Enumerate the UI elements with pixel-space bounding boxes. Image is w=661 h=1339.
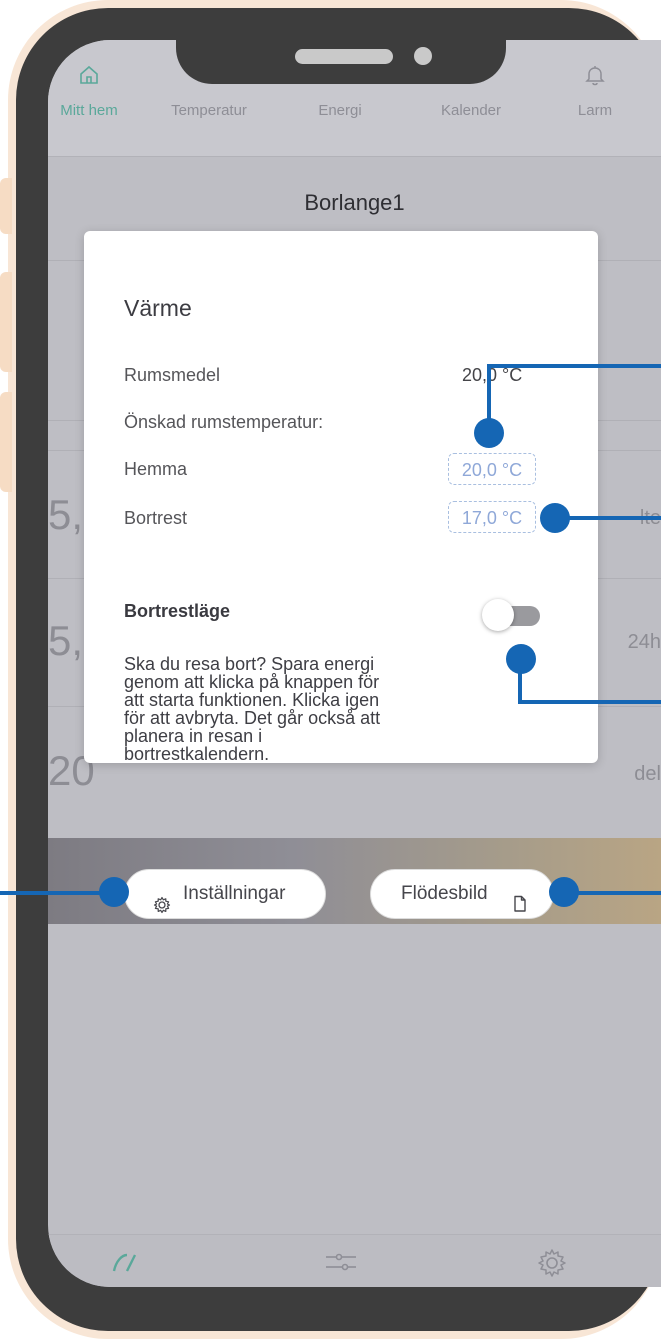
callout-dot-desired-temperature: [474, 418, 504, 448]
callout-line: [576, 891, 661, 895]
away-label: Bortrest: [124, 508, 188, 528]
callout-dot-settings: [99, 877, 129, 907]
callout-dot-flow-diagram: [549, 877, 579, 907]
phone-notch: [176, 8, 506, 84]
callout-line: [566, 516, 661, 520]
sliders-icon[interactable]: [324, 1247, 358, 1280]
nav-item-mitt-hem[interactable]: Mitt hem: [48, 40, 130, 156]
away-mode-toggle[interactable]: [482, 598, 542, 632]
description-line: genom att klicka på knappen för: [124, 672, 380, 692]
nav-label: Energi: [318, 102, 362, 119]
nav-label: Temperatur: [171, 102, 247, 119]
settings-button-label: Inställningar: [183, 883, 286, 904]
flow-diagram-button[interactable]: Flödesbild: [370, 869, 554, 919]
away-mode-title: Bortrestläge: [124, 601, 231, 621]
callout-dot-away-toggle: [506, 644, 536, 674]
home-temperature-input[interactable]: 20,0 °C: [448, 453, 536, 485]
callout-line: [487, 364, 491, 420]
callout-line: [518, 672, 522, 702]
nav-label: Larm: [577, 102, 613, 119]
phone-camera: [414, 47, 432, 65]
description-line: Ska du resa bort? Spara energi: [124, 654, 375, 674]
callout-line: [0, 891, 102, 895]
list-item-value: 5,: [48, 491, 84, 538]
flow-button-label: Flödesbild: [401, 883, 488, 904]
nav-label: Mitt hem: [60, 102, 118, 119]
rumsmedel-value: 20,0 °C: [462, 365, 523, 385]
settings-button[interactable]: Inställningar: [124, 869, 326, 919]
description-line: att starta funktionen. Klicka igen: [124, 690, 380, 710]
away-temperature-input[interactable]: 17,0 °C: [448, 501, 536, 533]
nav-label: Kalender: [440, 102, 502, 119]
gauge-icon[interactable]: [110, 1247, 144, 1280]
rumsmedel-label: Rumsmedel: [124, 365, 221, 385]
bottom-nav: [48, 1234, 661, 1287]
description-line: planera in resan i: [124, 726, 263, 746]
list-item-value: 5,: [48, 617, 84, 664]
nav-item-larm[interactable]: Larm: [560, 40, 630, 156]
list-item-label: 24h: [627, 631, 661, 653]
away-mode-description: Ska du resa bort? Spara energi genom att…: [124, 655, 454, 763]
bell-icon: [585, 64, 605, 90]
home-icon: [78, 64, 100, 90]
home-label: Hemma: [124, 459, 188, 479]
side-button-volume-up: [0, 272, 12, 372]
side-button-volume-down: [0, 392, 12, 492]
description-line: för att avbryta. Det går också att: [124, 708, 381, 728]
gear-icon: [153, 885, 171, 933]
callout-line: [518, 700, 661, 704]
phone-speaker: [295, 49, 393, 64]
description-line: bortrestkalendern.: [124, 744, 270, 764]
toggle-knob: [482, 599, 514, 631]
desired-temperature-label: Önskad rumstemperatur:: [124, 412, 324, 432]
callout-line: [487, 364, 661, 368]
side-button-mute: [0, 178, 12, 234]
dialog-title: Värme: [124, 295, 192, 321]
page-title: Borlange1: [304, 190, 405, 215]
document-icon: [513, 884, 527, 932]
list-item-label: del: [634, 763, 661, 785]
gear-icon[interactable]: [536, 1247, 568, 1284]
